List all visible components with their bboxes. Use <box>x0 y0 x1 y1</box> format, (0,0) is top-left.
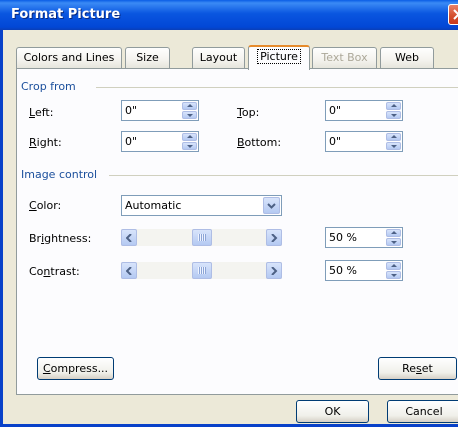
crop-left-value: 0" <box>125 104 138 117</box>
dialog-title: Format Picture <box>11 7 121 22</box>
tab-text-box: Text Box <box>312 47 377 68</box>
crop-from-group-label: Crop from <box>21 80 76 93</box>
title-bar[interactable]: Format Picture <box>0 0 458 30</box>
contrast-down-arrow-icon[interactable] <box>386 271 401 279</box>
brightness-spinner[interactable]: 50 % <box>325 227 403 248</box>
cancel-button[interactable]: Cancel <box>387 400 458 423</box>
crop-right-down-arrow-icon[interactable] <box>182 142 197 150</box>
crop-group-divider <box>96 87 458 88</box>
tab-picture[interactable]: Picture <box>248 45 310 70</box>
image-control-group-divider <box>109 175 458 176</box>
color-dropdown-value: Automatic <box>125 199 182 212</box>
picture-tab-panel: Crop from Left: 0" Top: 0" Right: 0" Bot… <box>16 68 458 395</box>
crop-bottom-value: 0" <box>329 135 342 148</box>
left-label: Left: <box>29 106 54 119</box>
brightness-slider[interactable] <box>121 229 282 246</box>
close-icon <box>453 9 458 20</box>
scroll-right-icon[interactable] <box>266 229 282 246</box>
color-dropdown[interactable]: Automatic <box>121 195 282 216</box>
contrast-label: Contrast: <box>29 265 80 278</box>
crop-top-spinner[interactable]: 0" <box>325 100 403 121</box>
crop-bottom-up-arrow-icon[interactable] <box>386 133 401 141</box>
color-label: Color: <box>29 199 62 212</box>
contrast-spinner[interactable]: 50 % <box>325 260 403 281</box>
tab-web[interactable]: Web <box>380 47 434 68</box>
brightness-up-arrow-icon[interactable] <box>386 229 401 237</box>
tab-size[interactable]: Size <box>125 47 170 68</box>
scroll-left-icon[interactable] <box>121 229 137 246</box>
bottom-label: Bottom: <box>237 136 282 149</box>
tab-colors-and-lines[interactable]: Colors and Lines <box>16 47 122 68</box>
contrast-value: 50 % <box>329 264 357 277</box>
tab-layout[interactable]: Layout <box>192 47 245 68</box>
crop-top-value: 0" <box>329 104 342 117</box>
scroll-left-icon[interactable] <box>121 262 137 279</box>
top-label: Top: <box>237 106 260 119</box>
crop-right-spinner[interactable]: 0" <box>121 131 199 152</box>
right-label: Right: <box>29 136 62 149</box>
crop-right-up-arrow-icon[interactable] <box>182 133 197 141</box>
scroll-right-icon[interactable] <box>266 262 282 279</box>
close-button[interactable] <box>448 4 458 25</box>
crop-bottom-spinner[interactable]: 0" <box>325 131 403 152</box>
ok-button[interactable]: OK <box>296 400 369 423</box>
chevron-down-icon[interactable] <box>263 197 280 214</box>
brightness-down-arrow-icon[interactable] <box>386 238 401 246</box>
contrast-thumb[interactable] <box>192 262 212 279</box>
brightness-thumb[interactable] <box>192 229 212 246</box>
crop-left-down-arrow-icon[interactable] <box>182 111 197 119</box>
reset-button[interactable]: Reset <box>378 357 457 380</box>
brightness-label: Brightness: <box>29 232 92 245</box>
contrast-slider[interactable] <box>121 262 282 279</box>
image-control-group-label: Image control <box>21 168 98 181</box>
crop-bottom-down-arrow-icon[interactable] <box>386 142 401 150</box>
crop-top-up-arrow-icon[interactable] <box>386 102 401 110</box>
brightness-value: 50 % <box>329 231 357 244</box>
compress-button[interactable]: Compress... <box>37 357 114 380</box>
crop-top-down-arrow-icon[interactable] <box>386 111 401 119</box>
crop-left-up-arrow-icon[interactable] <box>182 102 197 110</box>
crop-left-spinner[interactable]: 0" <box>121 100 199 121</box>
format-picture-dialog: Format Picture Colors and Lines Size Lay… <box>0 0 458 427</box>
contrast-up-arrow-icon[interactable] <box>386 262 401 270</box>
crop-right-value: 0" <box>125 135 138 148</box>
